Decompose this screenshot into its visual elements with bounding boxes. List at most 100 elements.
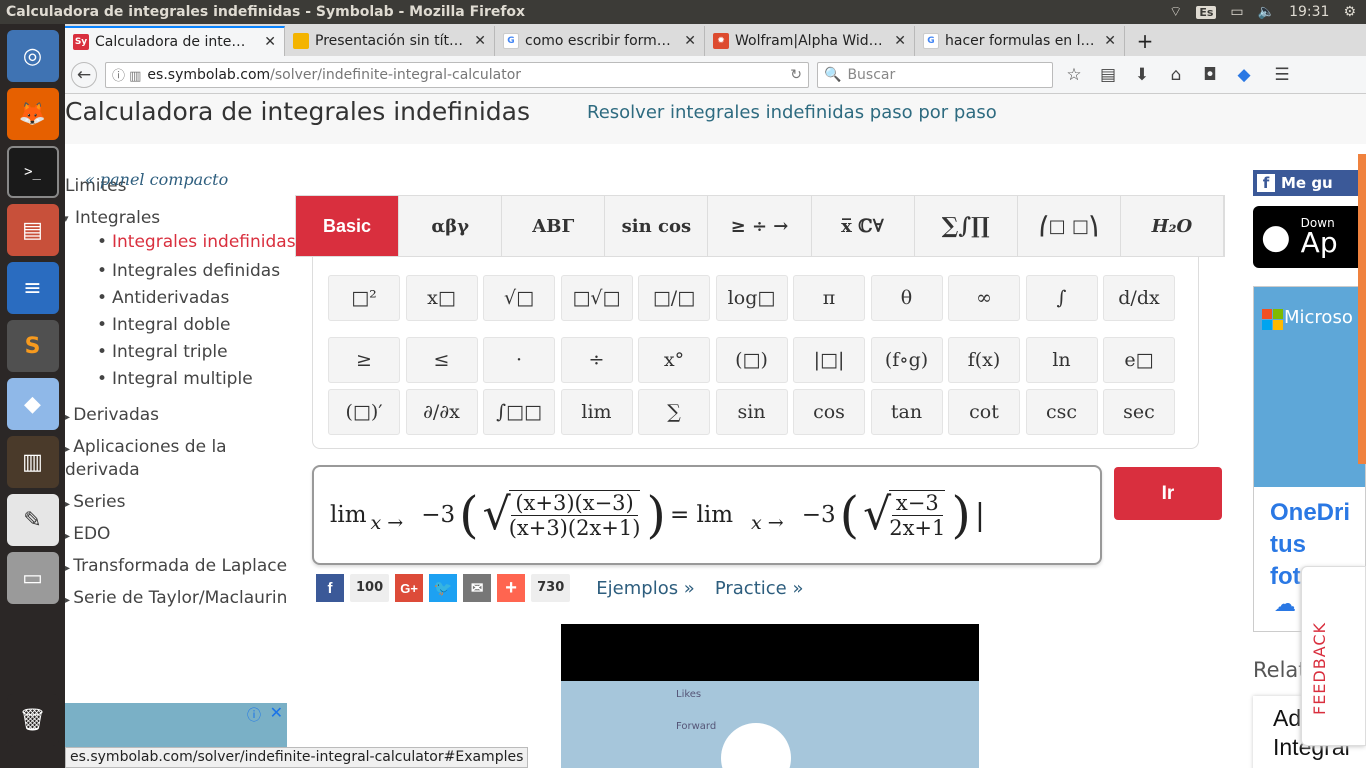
ad-close-icon[interactable]: ✕ xyxy=(270,703,283,722)
examples-link[interactable]: Ejemplos » xyxy=(596,578,695,599)
key-pi[interactable]: π xyxy=(793,275,865,321)
trash-icon[interactable]: 🗑 xyxy=(6,694,59,746)
back-arrow-icon[interactable]: ← xyxy=(71,61,97,88)
key-derivative[interactable]: d/dx xyxy=(1103,275,1175,321)
facebook-icon[interactable]: f xyxy=(316,574,344,602)
key-parens[interactable]: (□) xyxy=(715,337,788,383)
close-tab-icon[interactable]: ✕ xyxy=(264,34,276,50)
key-theta[interactable]: θ xyxy=(870,275,943,321)
key-integral[interactable]: ∫ xyxy=(1025,275,1098,321)
sidebar-item-integral-doble[interactable]: Integral doble xyxy=(97,312,305,339)
pocket-icon[interactable]: ◘ xyxy=(1197,62,1223,88)
writer-icon[interactable]: ≡ xyxy=(6,262,59,314)
cube-icon[interactable]: ◆ xyxy=(6,378,59,430)
add-share-icon[interactable]: + xyxy=(497,574,526,602)
key-sin[interactable]: sin xyxy=(715,389,788,435)
key-function[interactable]: f(x) xyxy=(948,337,1020,383)
email-icon[interactable]: ✉ xyxy=(463,574,492,602)
sidebar-item-antiderivadas[interactable]: Antiderivadas xyxy=(97,285,305,312)
key-nth-root[interactable]: □√□ xyxy=(560,275,633,321)
key-le[interactable]: ≤ xyxy=(405,337,478,383)
sidebar-item-integrales-indefinidas[interactable]: Integrales indefinidas xyxy=(97,232,305,252)
key-power[interactable]: x□ xyxy=(405,275,478,321)
key-sqrt[interactable]: √□ xyxy=(483,275,555,321)
app-store-badge[interactable]: ● Down Ap xyxy=(1253,206,1366,268)
sidebar-item-taylor[interactable]: ▸ Serie de Taylor/Maclaurin xyxy=(65,588,305,608)
clock[interactable]: 19:31 xyxy=(1289,4,1329,20)
site-info-icon[interactable]: ⓘ ▥ xyxy=(112,65,141,84)
books-icon[interactable]: ▥ xyxy=(6,436,59,488)
key-compose[interactable]: (f∘g) xyxy=(870,337,943,383)
sidebar-item-integral-triple[interactable]: Integral triple xyxy=(97,339,305,366)
key-ln[interactable]: ln xyxy=(1025,337,1098,383)
firefox-icon[interactable]: 🦊 xyxy=(6,88,59,140)
text-editor-icon[interactable]: ✎ xyxy=(6,494,59,546)
math-input-field[interactable]: lim x → −3 ( √ (x+3)(x−3) (x+3)(2x+1) ) … xyxy=(312,465,1102,565)
tab-chemistry[interactable]: H₂O xyxy=(1121,196,1224,256)
search-input[interactable]: 🔍 Buscar xyxy=(817,61,1053,88)
sidebar-item-derivadas[interactable]: ▸ Derivadas xyxy=(65,405,305,425)
close-tab-icon[interactable]: ✕ xyxy=(1104,33,1116,49)
tab-greek-upper[interactable]: ΑΒΓ xyxy=(502,196,606,256)
key-tan[interactable]: tan xyxy=(870,389,943,435)
facebook-like-button[interactable]: f Me gu xyxy=(1253,170,1366,196)
tab-operators[interactable]: ≥ ÷ → xyxy=(708,196,812,256)
key-divide[interactable]: ÷ xyxy=(560,337,633,383)
sidebar-item-aplicaciones[interactable]: ▸ Aplicaciones de la derivada xyxy=(65,437,305,480)
close-tab-icon[interactable]: ✕ xyxy=(474,33,486,49)
key-def-integral[interactable]: ∫□□ xyxy=(483,389,555,435)
sidebar-item-edo[interactable]: ▸ EDO xyxy=(65,524,305,544)
key-fraction[interactable]: □/□ xyxy=(638,275,710,321)
tab-presentacion[interactable]: Presentación sin tít… ✕ xyxy=(285,26,495,56)
key-cot[interactable]: cot xyxy=(948,389,1020,435)
reading-list-icon[interactable]: ▤ xyxy=(1095,62,1121,88)
key-sec[interactable]: sec xyxy=(1103,389,1175,435)
sidebar-item-integrales[interactable]: ▾ Integrales xyxy=(65,208,305,228)
home-icon[interactable]: ⌂ xyxy=(1163,62,1189,88)
sidebar-item-laplace[interactable]: ▸ Transformada de Laplace xyxy=(65,556,305,576)
ad-info-icon[interactable]: ⓘ xyxy=(247,705,261,725)
tab-wolfram[interactable]: ✹ Wolfram|Alpha Wid… ✕ xyxy=(705,26,915,56)
tab-greek-lower[interactable]: αβγ xyxy=(399,196,503,256)
sidebar-item-series[interactable]: ▸ Series xyxy=(65,492,305,512)
key-csc[interactable]: csc xyxy=(1025,389,1098,435)
volume-icon[interactable]: 🔈 xyxy=(1258,4,1275,20)
tab-basic[interactable]: Basic xyxy=(296,196,400,256)
ubuntu-icon[interactable]: ◎ xyxy=(6,30,59,82)
twitter-icon[interactable]: 🐦 xyxy=(429,574,458,602)
go-button[interactable]: Ir xyxy=(1114,467,1222,520)
url-bar[interactable]: ⓘ ▥ es.symbolab.com/solver/indefinite-in… xyxy=(105,61,809,88)
tab-sets[interactable]: x̅ ℂ∀ xyxy=(812,196,915,256)
key-sum[interactable]: ∑ xyxy=(638,389,710,435)
play-icon[interactable] xyxy=(721,723,791,768)
key-lim[interactable]: lim xyxy=(560,389,633,435)
bookmark-star-icon[interactable]: ☆ xyxy=(1061,62,1087,88)
practice-link[interactable]: Practice » xyxy=(715,578,804,599)
download-icon[interactable]: ⬇ xyxy=(1129,62,1155,88)
wifi-icon[interactable]: ⌔ xyxy=(1169,3,1182,21)
settings-gear-icon[interactable]: ⚙ xyxy=(1343,4,1356,20)
key-prime[interactable]: (□)′ xyxy=(328,389,400,435)
google-plus-icon[interactable]: G+ xyxy=(395,574,424,602)
tab-trig[interactable]: sin cos xyxy=(605,196,709,256)
close-tab-icon[interactable]: ✕ xyxy=(894,33,906,49)
files-icon[interactable]: ▤ xyxy=(6,204,59,256)
tab-sum-int-prod[interactable]: ∑∫∏ xyxy=(915,196,1018,256)
scroll-indicator[interactable] xyxy=(1358,154,1366,464)
tab-google-hacer[interactable]: G hacer formulas en l… ✕ xyxy=(915,26,1125,56)
key-infinity[interactable]: ∞ xyxy=(948,275,1020,321)
video-player[interactable]: Likes Forward xyxy=(561,624,979,768)
key-partial[interactable]: ∂/∂x xyxy=(405,389,478,435)
reload-icon[interactable]: ↻ xyxy=(790,67,802,83)
sidebar-item-integral-multiple[interactable]: Integral multiple xyxy=(97,366,305,393)
key-ge[interactable]: ≥ xyxy=(328,337,400,383)
sidebar-item-integrales-definidas[interactable]: Integrales definidas xyxy=(97,258,305,285)
key-exp[interactable]: e□ xyxy=(1103,337,1175,383)
sublime-icon[interactable]: S xyxy=(6,320,59,372)
tab-matrix[interactable]: ⎛□ □⎞ xyxy=(1018,196,1121,256)
key-square[interactable]: □² xyxy=(328,275,400,321)
extension-icon[interactable]: ◆ xyxy=(1231,62,1257,88)
key-dot[interactable]: · xyxy=(483,337,555,383)
tab-google-formulas[interactable]: G como escribir form… ✕ xyxy=(495,26,705,56)
feedback-tab[interactable]: FEEDBACK xyxy=(1301,566,1366,746)
